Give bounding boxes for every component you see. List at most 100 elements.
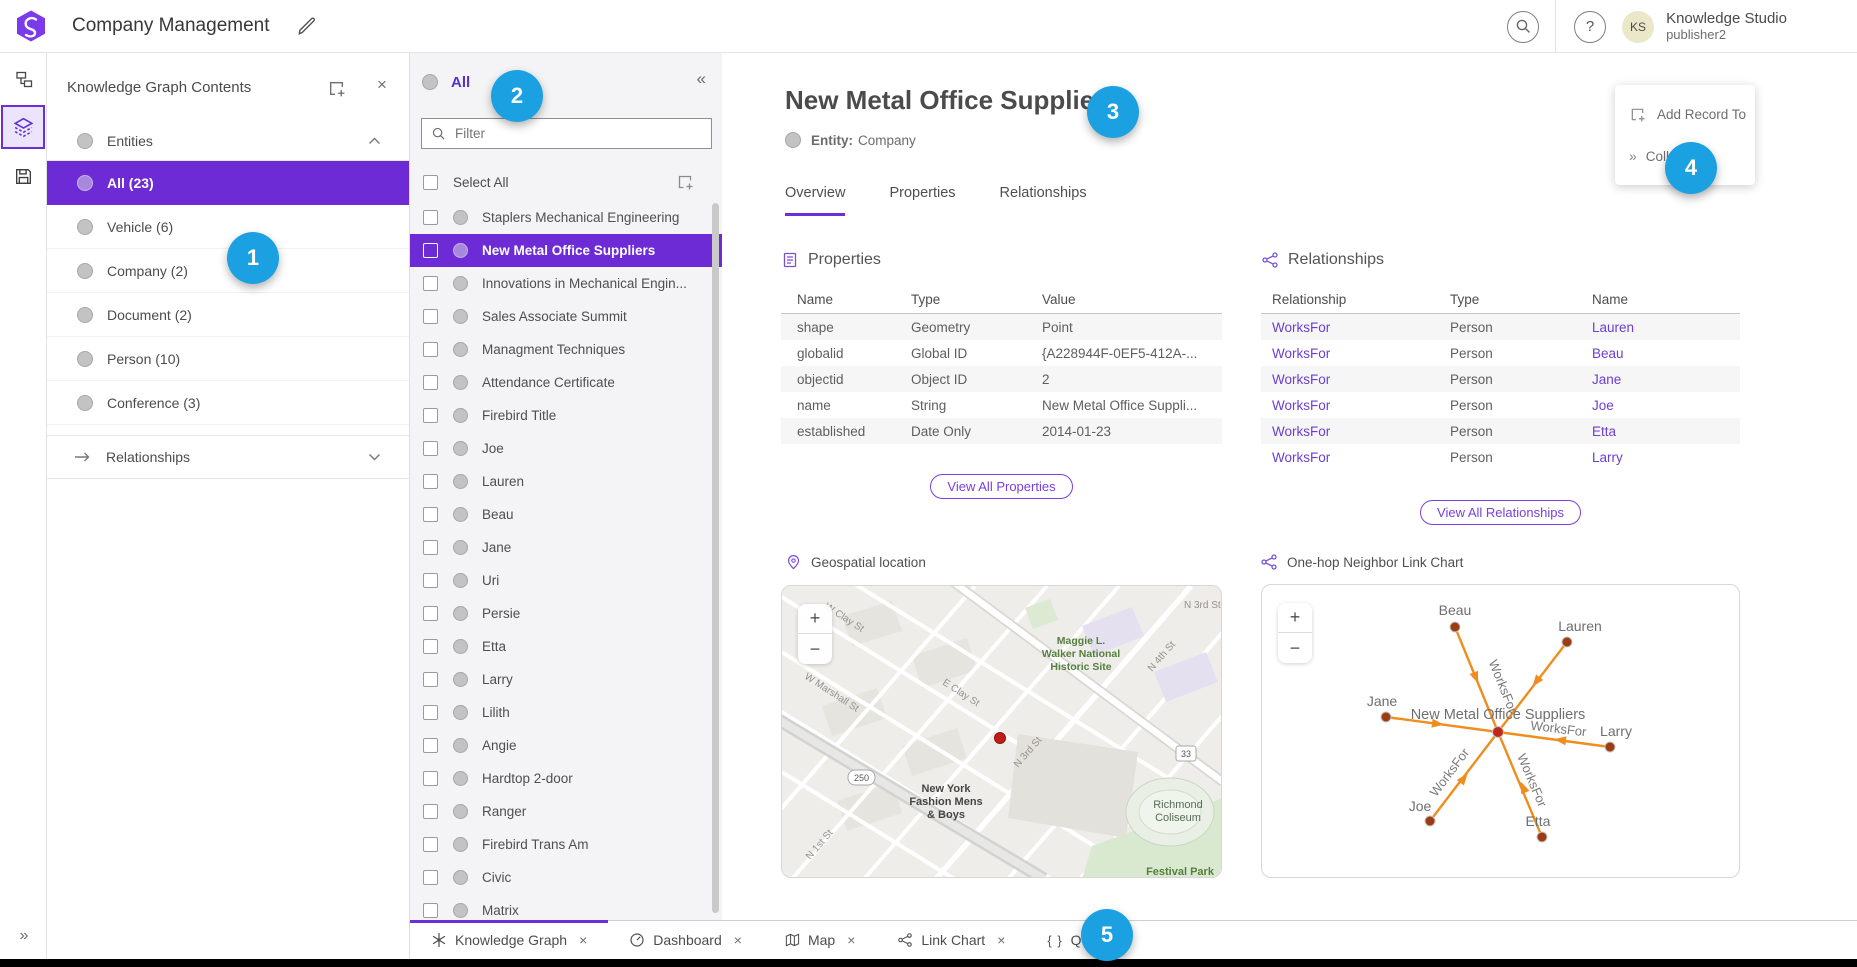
list-item[interactable]: Beau xyxy=(410,498,722,531)
entity-link[interactable]: Etta xyxy=(1592,424,1722,439)
close-tab-icon[interactable]: × xyxy=(579,932,587,948)
list-item[interactable]: Larry xyxy=(410,663,722,696)
edit-title-icon[interactable] xyxy=(296,15,318,37)
table-row[interactable]: WorksForPersonEtta xyxy=(1261,418,1740,444)
entity-link[interactable]: Joe xyxy=(1592,398,1722,413)
tab-relationships[interactable]: Relationships xyxy=(1000,185,1087,216)
tab-dashboard[interactable]: Dashboard × xyxy=(608,921,763,959)
list-item[interactable]: Uri xyxy=(410,564,722,597)
help-button[interactable]: ? xyxy=(1574,11,1606,43)
search-button[interactable] xyxy=(1507,11,1539,43)
list-item[interactable]: Matrix xyxy=(410,894,722,920)
table-row[interactable]: establishedDate Only2014-01-23 xyxy=(781,418,1222,444)
table-row[interactable]: shapeGeometryPoint xyxy=(781,314,1222,340)
item-checkbox[interactable] xyxy=(423,342,438,357)
table-row[interactable]: WorksForPersonLarry xyxy=(1261,444,1740,470)
list-item[interactable]: Staplers Mechanical Engineering xyxy=(410,201,722,234)
table-row[interactable]: WorksForPersonLauren xyxy=(1261,314,1740,340)
entity-type-person[interactable]: Person (10) xyxy=(47,337,409,381)
item-checkbox[interactable] xyxy=(423,573,438,588)
list-item-selected[interactable]: New Metal Office Suppliers xyxy=(410,234,722,267)
table-row[interactable]: WorksForPersonJane xyxy=(1261,366,1740,392)
item-checkbox[interactable] xyxy=(423,672,438,687)
tab-link-chart[interactable]: Link Chart × xyxy=(876,921,1026,959)
item-checkbox[interactable] xyxy=(423,837,438,852)
user-block[interactable]: Knowledge Studio publisher2 xyxy=(1666,10,1787,42)
list-item[interactable]: Firebird Trans Am xyxy=(410,828,722,861)
item-checkbox[interactable] xyxy=(423,441,438,456)
entity-type-all[interactable]: All (23) xyxy=(47,161,409,205)
entity-link[interactable]: Lauren xyxy=(1592,320,1722,335)
entity-type-conference[interactable]: Conference (3) xyxy=(47,381,409,425)
entity-link[interactable]: Jane xyxy=(1592,372,1722,387)
relationship-link[interactable]: WorksFor xyxy=(1261,424,1450,439)
tab-map[interactable]: Map × xyxy=(763,921,876,959)
item-checkbox[interactable] xyxy=(423,375,438,390)
relationship-link[interactable]: WorksFor xyxy=(1261,398,1450,413)
list-item[interactable]: Hardtop 2-door xyxy=(410,762,722,795)
menu-item-add-record-to[interactable]: Add Record To xyxy=(1615,93,1755,135)
table-row[interactable]: WorksForPersonJoe xyxy=(1261,392,1740,418)
item-checkbox[interactable] xyxy=(423,243,438,258)
entities-group-header[interactable]: Entities xyxy=(47,121,409,161)
table-row[interactable]: nameStringNew Metal Office Suppli... xyxy=(781,392,1222,418)
list-item[interactable]: Etta xyxy=(410,630,722,663)
item-checkbox[interactable] xyxy=(423,705,438,720)
item-checkbox[interactable] xyxy=(423,309,438,324)
item-checkbox[interactable] xyxy=(423,639,438,654)
list-item[interactable]: Lilith xyxy=(410,696,722,729)
relationship-link[interactable]: WorksFor xyxy=(1261,450,1450,465)
list-item[interactable]: Lauren xyxy=(410,465,722,498)
item-checkbox[interactable] xyxy=(423,804,438,819)
table-row[interactable]: WorksForPersonBeau xyxy=(1261,340,1740,366)
list-item[interactable]: Innovations in Mechanical Engin... xyxy=(410,267,722,300)
item-checkbox[interactable] xyxy=(423,738,438,753)
contents-layers-button[interactable] xyxy=(1,105,45,149)
item-checkbox[interactable] xyxy=(423,771,438,786)
relationship-link[interactable]: WorksFor xyxy=(1261,320,1450,335)
list-item[interactable]: Attendance Certificate xyxy=(410,366,722,399)
one-hop-link-chart[interactable]: + − xyxy=(1261,584,1740,878)
list-item[interactable]: Persie xyxy=(410,597,722,630)
view-all-relationships-button[interactable]: View All Relationships xyxy=(1420,500,1581,525)
view-all-properties-button[interactable]: View All Properties xyxy=(930,474,1072,499)
list-item[interactable]: Sales Associate Summit xyxy=(410,300,722,333)
entity-type-vehicle[interactable]: Vehicle (6) xyxy=(47,205,409,249)
list-item[interactable]: Firebird Title xyxy=(410,399,722,432)
item-checkbox[interactable] xyxy=(423,870,438,885)
relationships-group-header[interactable]: Relationships xyxy=(47,435,409,479)
item-checkbox[interactable] xyxy=(423,408,438,423)
collapse-panel-button[interactable]: « xyxy=(697,69,706,89)
add-record-button[interactable] xyxy=(676,173,694,191)
relationship-link[interactable]: WorksFor xyxy=(1261,346,1450,361)
close-tab-icon[interactable]: × xyxy=(847,932,855,948)
entity-link[interactable]: Beau xyxy=(1592,346,1722,361)
list-item[interactable]: Ranger xyxy=(410,795,722,828)
item-checkbox[interactable] xyxy=(423,474,438,489)
item-checkbox[interactable] xyxy=(423,606,438,621)
entity-link[interactable]: Larry xyxy=(1592,450,1722,465)
close-panel-button[interactable]: × xyxy=(377,75,387,95)
relationship-link[interactable]: WorksFor xyxy=(1261,372,1450,387)
list-item[interactable]: Civic xyxy=(410,861,722,894)
item-checkbox[interactable] xyxy=(423,276,438,291)
close-tab-icon[interactable]: × xyxy=(997,932,1005,948)
entity-type-document[interactable]: Document (2) xyxy=(47,293,409,337)
item-checkbox[interactable] xyxy=(423,507,438,522)
add-record-button[interactable] xyxy=(327,79,346,98)
app-logo-icon[interactable] xyxy=(14,9,48,43)
item-checkbox[interactable] xyxy=(423,540,438,555)
expand-rail-button[interactable]: » xyxy=(0,927,46,945)
list-item[interactable]: Managment Techniques xyxy=(410,333,722,366)
select-all-checkbox[interactable] xyxy=(423,175,438,190)
zoom-in-button[interactable]: + xyxy=(1278,603,1312,633)
list-item[interactable]: Jane xyxy=(410,531,722,564)
tab-knowledge-graph[interactable]: Knowledge Graph × xyxy=(410,921,608,959)
item-checkbox[interactable] xyxy=(423,903,438,918)
scrollbar[interactable] xyxy=(712,203,719,913)
tab-properties[interactable]: Properties xyxy=(889,185,955,216)
item-checkbox[interactable] xyxy=(423,210,438,225)
zoom-out-button[interactable]: − xyxy=(798,634,832,664)
zoom-out-button[interactable]: − xyxy=(1278,633,1312,663)
geospatial-map[interactable]: + − xyxy=(781,585,1222,878)
